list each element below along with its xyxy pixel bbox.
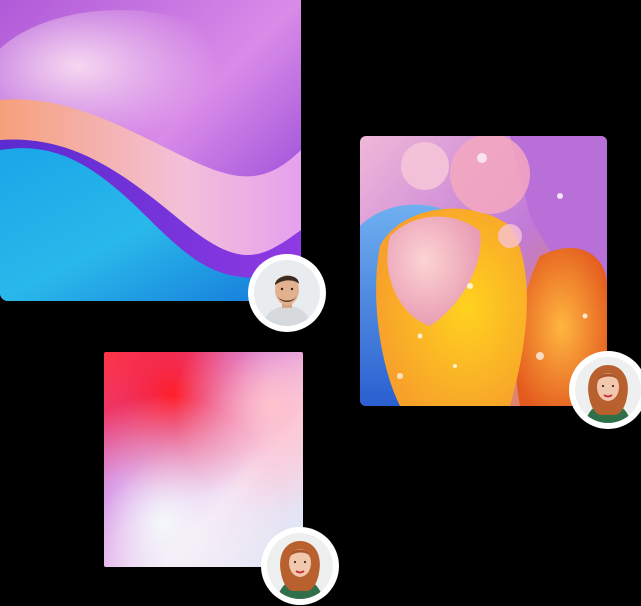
color-blur-image[interactable] — [104, 352, 303, 567]
canvas — [0, 0, 641, 606]
man-portrait-icon — [254, 260, 320, 326]
woman-avatar[interactable] — [569, 351, 641, 429]
oil-bubbles-image[interactable] — [360, 136, 607, 406]
abstract-wave-image[interactable] — [0, 0, 301, 301]
man-avatar[interactable] — [248, 254, 326, 332]
woman-portrait-icon — [575, 357, 641, 423]
woman-portrait-icon — [267, 533, 333, 599]
abstract-wave-graphic — [0, 0, 301, 301]
oil-bubbles-graphic — [360, 136, 607, 406]
color-blur-graphic — [104, 352, 303, 567]
woman-avatar[interactable] — [261, 527, 339, 605]
